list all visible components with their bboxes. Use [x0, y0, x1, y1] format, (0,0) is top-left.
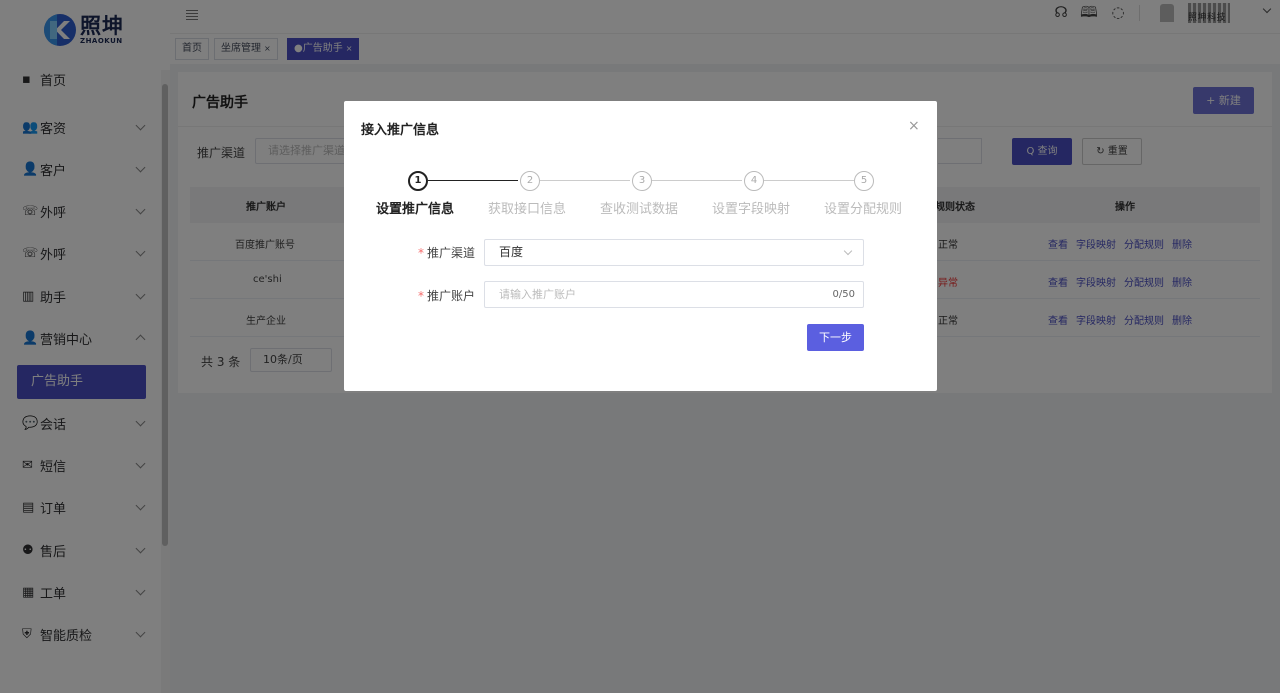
account-placeholder: 请输入推广账户 — [499, 288, 576, 301]
step-connector — [764, 180, 854, 181]
required-mark: * — [418, 246, 424, 260]
char-counter: 0/50 — [832, 289, 855, 300]
step-1-label: 设置推广信息 — [376, 202, 455, 217]
step-connector — [540, 180, 630, 181]
step-3-label: 查收测试数据 — [600, 202, 679, 217]
channel-select[interactable]: 百度 — [484, 239, 864, 266]
step-4-label: 设置字段映射 — [712, 202, 791, 217]
step-3-circle: 3 — [632, 171, 652, 191]
step-connector — [652, 180, 742, 181]
steps-indicator: 1 2 3 4 5 设置推广信息 获取接口信息 查收测试数据 设置字段映射 设置… — [344, 169, 937, 219]
dialog-title: 接入推广信息 — [361, 123, 440, 138]
step-connector — [428, 180, 518, 181]
connect-promotion-dialog: 接入推广信息 × 1 2 3 4 5 设置推广信息 获取接口信息 查收测试数据 … — [344, 101, 937, 391]
step-4-circle: 4 — [744, 171, 764, 191]
step-5-circle: 5 — [854, 171, 874, 191]
account-label: * 推广账户 — [418, 289, 476, 303]
step-5-label: 设置分配规则 — [824, 202, 903, 217]
channel-label: * 推广渠道 — [418, 246, 476, 260]
required-mark: * — [418, 289, 424, 303]
close-icon[interactable]: × — [908, 118, 920, 134]
step-2-circle: 2 — [520, 171, 540, 191]
channel-value: 百度 — [499, 245, 524, 259]
step-2-label: 获取接口信息 — [488, 202, 567, 217]
account-input[interactable]: 请输入推广账户 0/50 — [484, 281, 864, 308]
next-step-button[interactable]: 下一步 — [807, 324, 864, 351]
chevron-down-icon — [843, 246, 853, 256]
step-1-circle: 1 — [408, 171, 428, 191]
